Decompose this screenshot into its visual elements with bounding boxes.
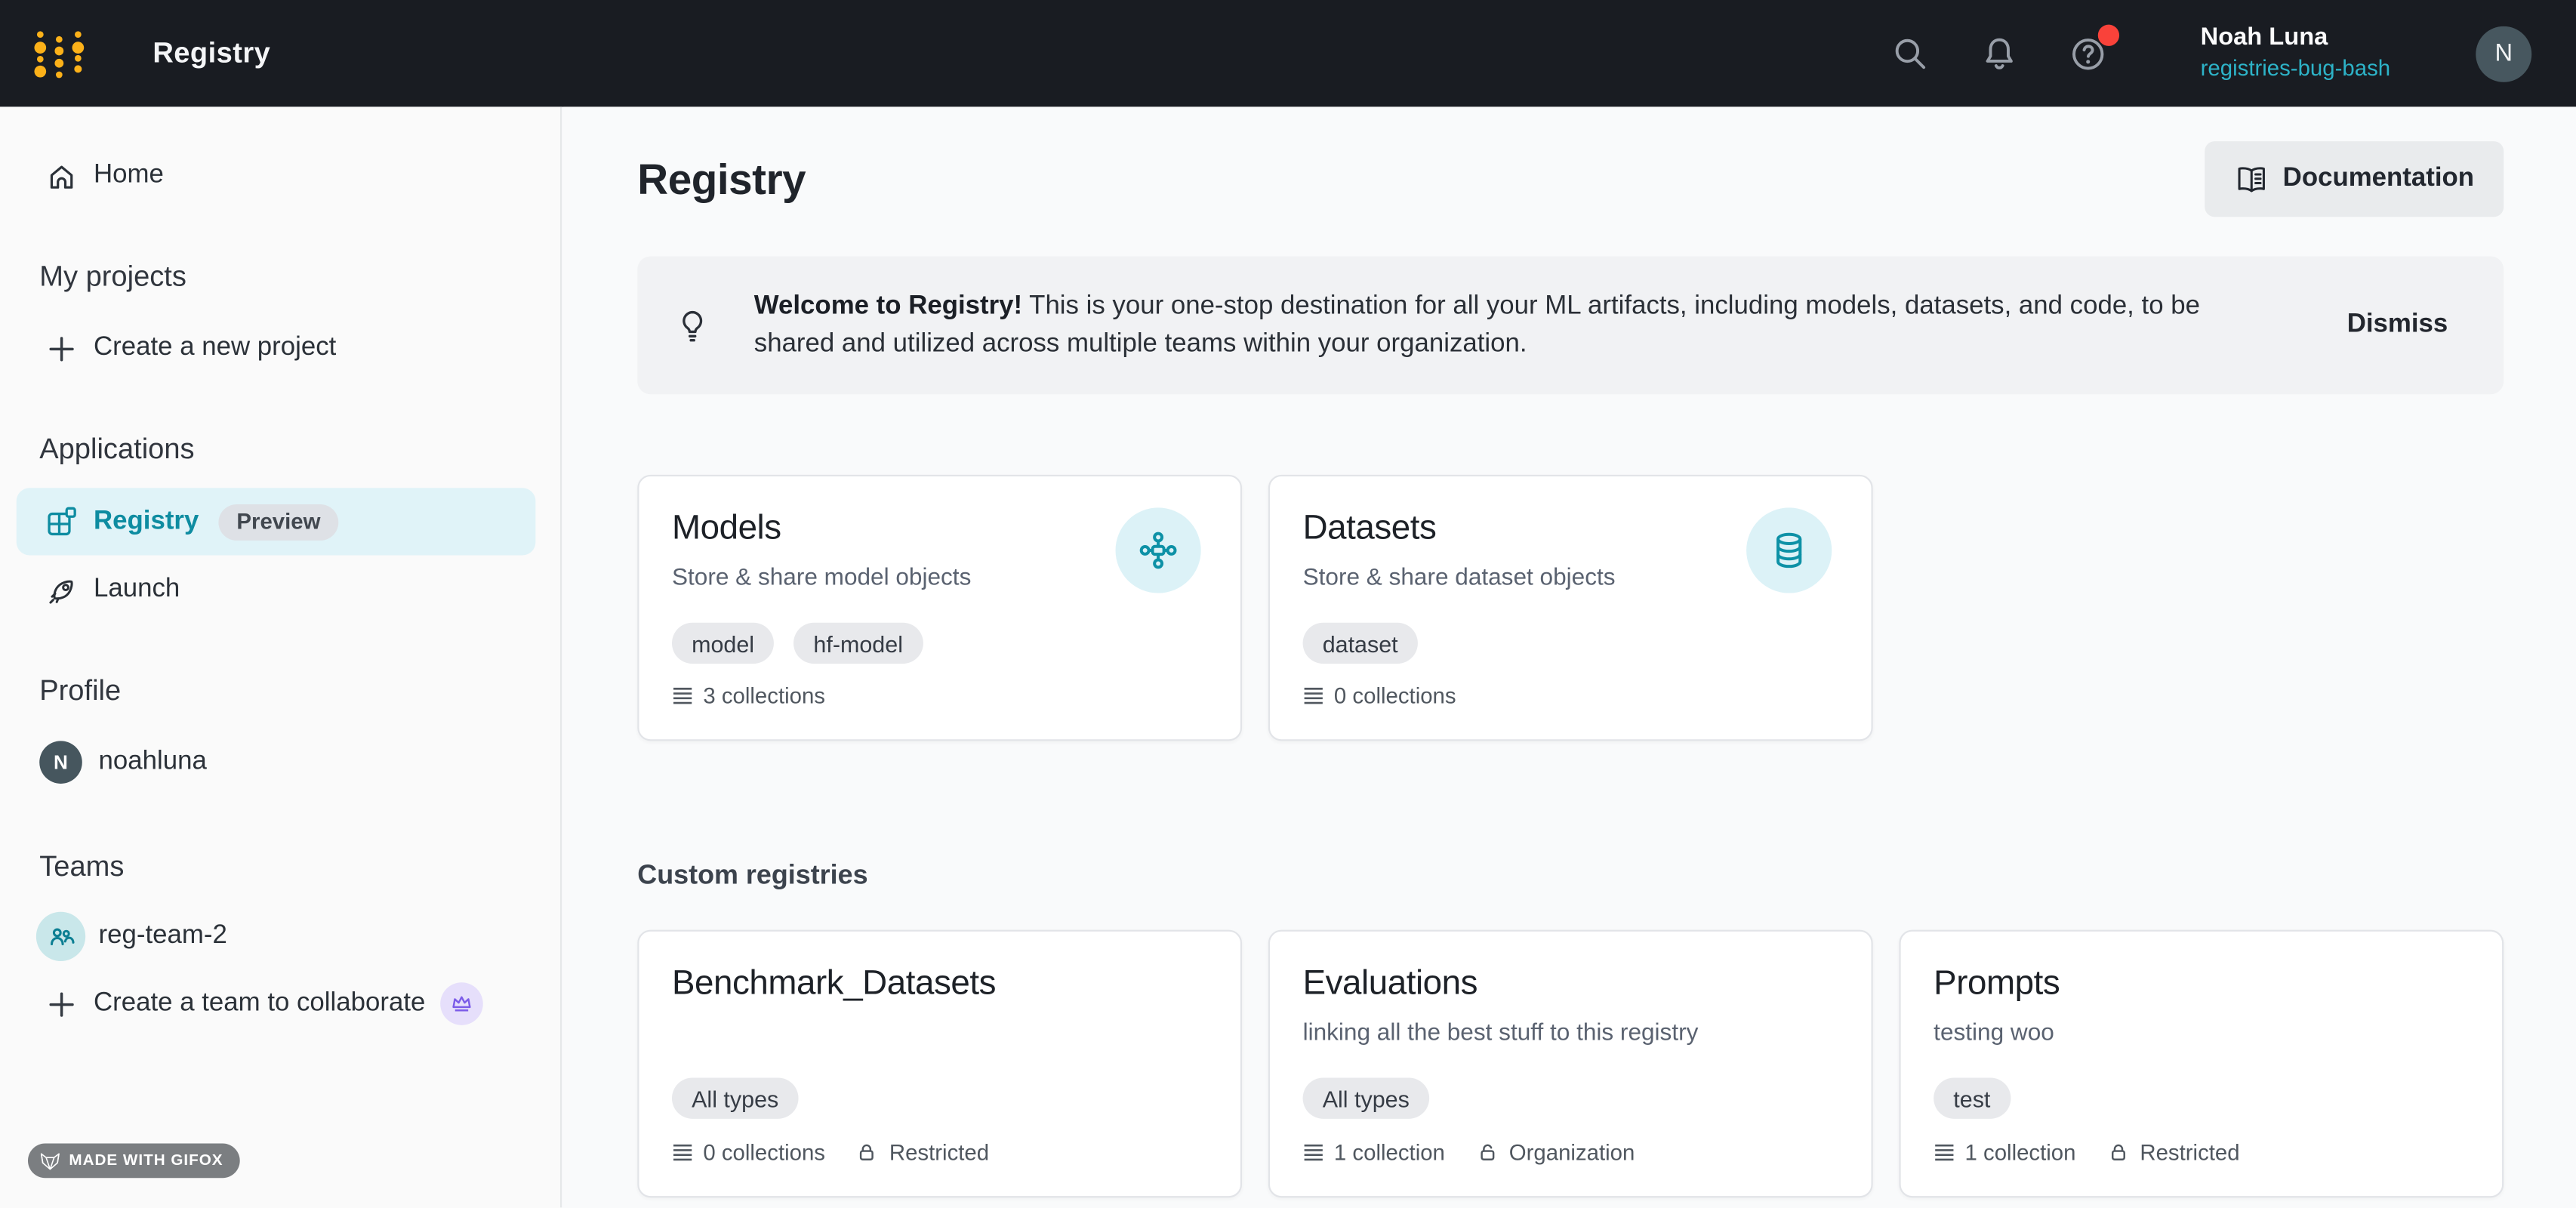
preview-badge: Preview <box>218 504 338 540</box>
sidebar-item-home[interactable]: Home <box>0 143 560 208</box>
sidebar-item-label: Registry <box>94 507 199 536</box>
sidebar-item-label: Home <box>94 161 164 190</box>
registry-card-datasets[interactable]: Datasets Store & share dataset objects d… <box>1268 475 1873 741</box>
collections-count: 1 collection <box>1934 1140 2075 1165</box>
card-subtitle: linking all the best stuff to this regis… <box>1303 1018 1838 1049</box>
visibility-status: Organization <box>1474 1140 1635 1165</box>
sidebar-header-profile: Profile <box>0 661 560 720</box>
main-content: Registry Documentation Welcome to Regist… <box>563 106 2576 1208</box>
sidebar: Home My projects Create a new project Ap… <box>0 106 562 1208</box>
sidebar-header-my-projects: My projects <box>0 246 560 305</box>
sidebar-item-create-team[interactable]: Create a team to collaborate <box>0 971 560 1037</box>
avatar: N <box>39 741 82 784</box>
tag-pill: hf-model <box>793 623 923 664</box>
lightbulb-icon <box>673 307 711 344</box>
rocket-icon <box>46 575 77 606</box>
tag-pill: test <box>1934 1077 2010 1118</box>
collections-count: 3 collections <box>672 683 825 708</box>
sidebar-item-profile-user[interactable]: N noahluna <box>0 729 560 795</box>
registry-card-prompts[interactable]: Prompts testing woo test 1 collection <box>1899 930 2504 1198</box>
tag-pill: model <box>672 623 774 664</box>
sidebar-item-label: noahluna <box>99 747 207 777</box>
made-with-gifox-badge: MADE WITH GIFOX <box>28 1144 239 1179</box>
sidebar-item-create-project[interactable]: Create a new project <box>0 316 560 381</box>
team-icon <box>36 912 85 961</box>
top-navbar: Registry <box>0 0 2576 106</box>
list-icon <box>1934 1142 1955 1163</box>
sidebar-item-launch[interactable]: Launch <box>0 557 560 623</box>
list-icon <box>1303 685 1324 706</box>
fox-icon <box>39 1151 60 1171</box>
sidebar-item-registry[interactable]: Registry Preview <box>17 488 536 555</box>
list-icon <box>672 685 693 706</box>
lock-open-icon <box>1474 1140 1499 1165</box>
lock-closed-icon <box>2106 1140 2131 1165</box>
model-icon <box>1116 507 1201 593</box>
registry-grid-icon <box>46 506 77 537</box>
registry-card-benchmark-datasets[interactable]: Benchmark_Datasets All types 0 collectio… <box>637 930 1242 1198</box>
book-icon <box>2233 162 2268 196</box>
list-icon <box>672 1142 693 1163</box>
sidebar-item-team[interactable]: reg-team-2 <box>0 904 560 969</box>
sidebar-item-label: Launch <box>94 575 180 605</box>
documentation-button[interactable]: Documentation <box>2204 141 2504 217</box>
sidebar-item-label: reg-team-2 <box>99 922 227 951</box>
dismiss-button[interactable]: Dismiss <box>2337 309 2474 342</box>
wandb-logo-icon[interactable] <box>33 29 89 78</box>
collections-count: 0 collections <box>672 1140 825 1165</box>
collections-count: 0 collections <box>1303 683 1456 708</box>
plus-icon <box>46 988 77 1019</box>
sidebar-item-label: Create a team to collaborate <box>94 989 425 1018</box>
search-icon[interactable] <box>1892 34 1931 73</box>
card-title: Benchmark_Datasets <box>672 961 1207 1007</box>
tag-pill: All types <box>672 1077 798 1118</box>
visibility-status: Restricted <box>855 1140 989 1165</box>
notification-dot <box>2099 24 2120 45</box>
crown-icon <box>440 982 483 1025</box>
custom-registries-header: Custom registries <box>637 861 2504 894</box>
registry-card-models[interactable]: Models Store & share model objects model… <box>637 475 1242 741</box>
card-subtitle: testing woo <box>1934 1018 2469 1049</box>
user-menu[interactable]: Noah Luna registries-bug-bash <box>2201 25 2390 82</box>
sidebar-header-teams: Teams <box>0 837 560 895</box>
page-title: Registry <box>637 153 806 204</box>
sidebar-item-label: Create a new project <box>94 334 336 363</box>
home-icon <box>46 160 77 191</box>
sidebar-header-applications: Applications <box>0 419 560 478</box>
welcome-banner: Welcome to Registry! This is your one-st… <box>637 256 2504 394</box>
avatar[interactable]: N <box>2476 26 2531 82</box>
tag-pill: dataset <box>1303 623 1418 664</box>
registry-card-evaluations[interactable]: Evaluations linking all the best stuff t… <box>1268 930 1873 1198</box>
database-icon <box>1746 507 1832 593</box>
collections-count: 1 collection <box>1303 1140 1445 1165</box>
tag-pill: All types <box>1303 1077 1429 1118</box>
card-subtitle <box>672 1018 1207 1049</box>
plus-icon <box>46 333 77 364</box>
user-name: Noah Luna <box>2201 25 2390 52</box>
user-org: registries-bug-bash <box>2201 57 2390 82</box>
bell-icon[interactable] <box>1980 34 2020 73</box>
card-title: Prompts <box>1934 961 2469 1007</box>
visibility-status: Restricted <box>2106 1140 2240 1165</box>
list-icon <box>1303 1142 1324 1163</box>
card-title: Evaluations <box>1303 961 1838 1007</box>
lock-closed-icon <box>855 1140 880 1165</box>
welcome-banner-text: Welcome to Registry! This is your one-st… <box>754 287 2200 364</box>
help-icon[interactable] <box>2069 34 2109 73</box>
navbar-app-title: Registry <box>153 36 270 71</box>
